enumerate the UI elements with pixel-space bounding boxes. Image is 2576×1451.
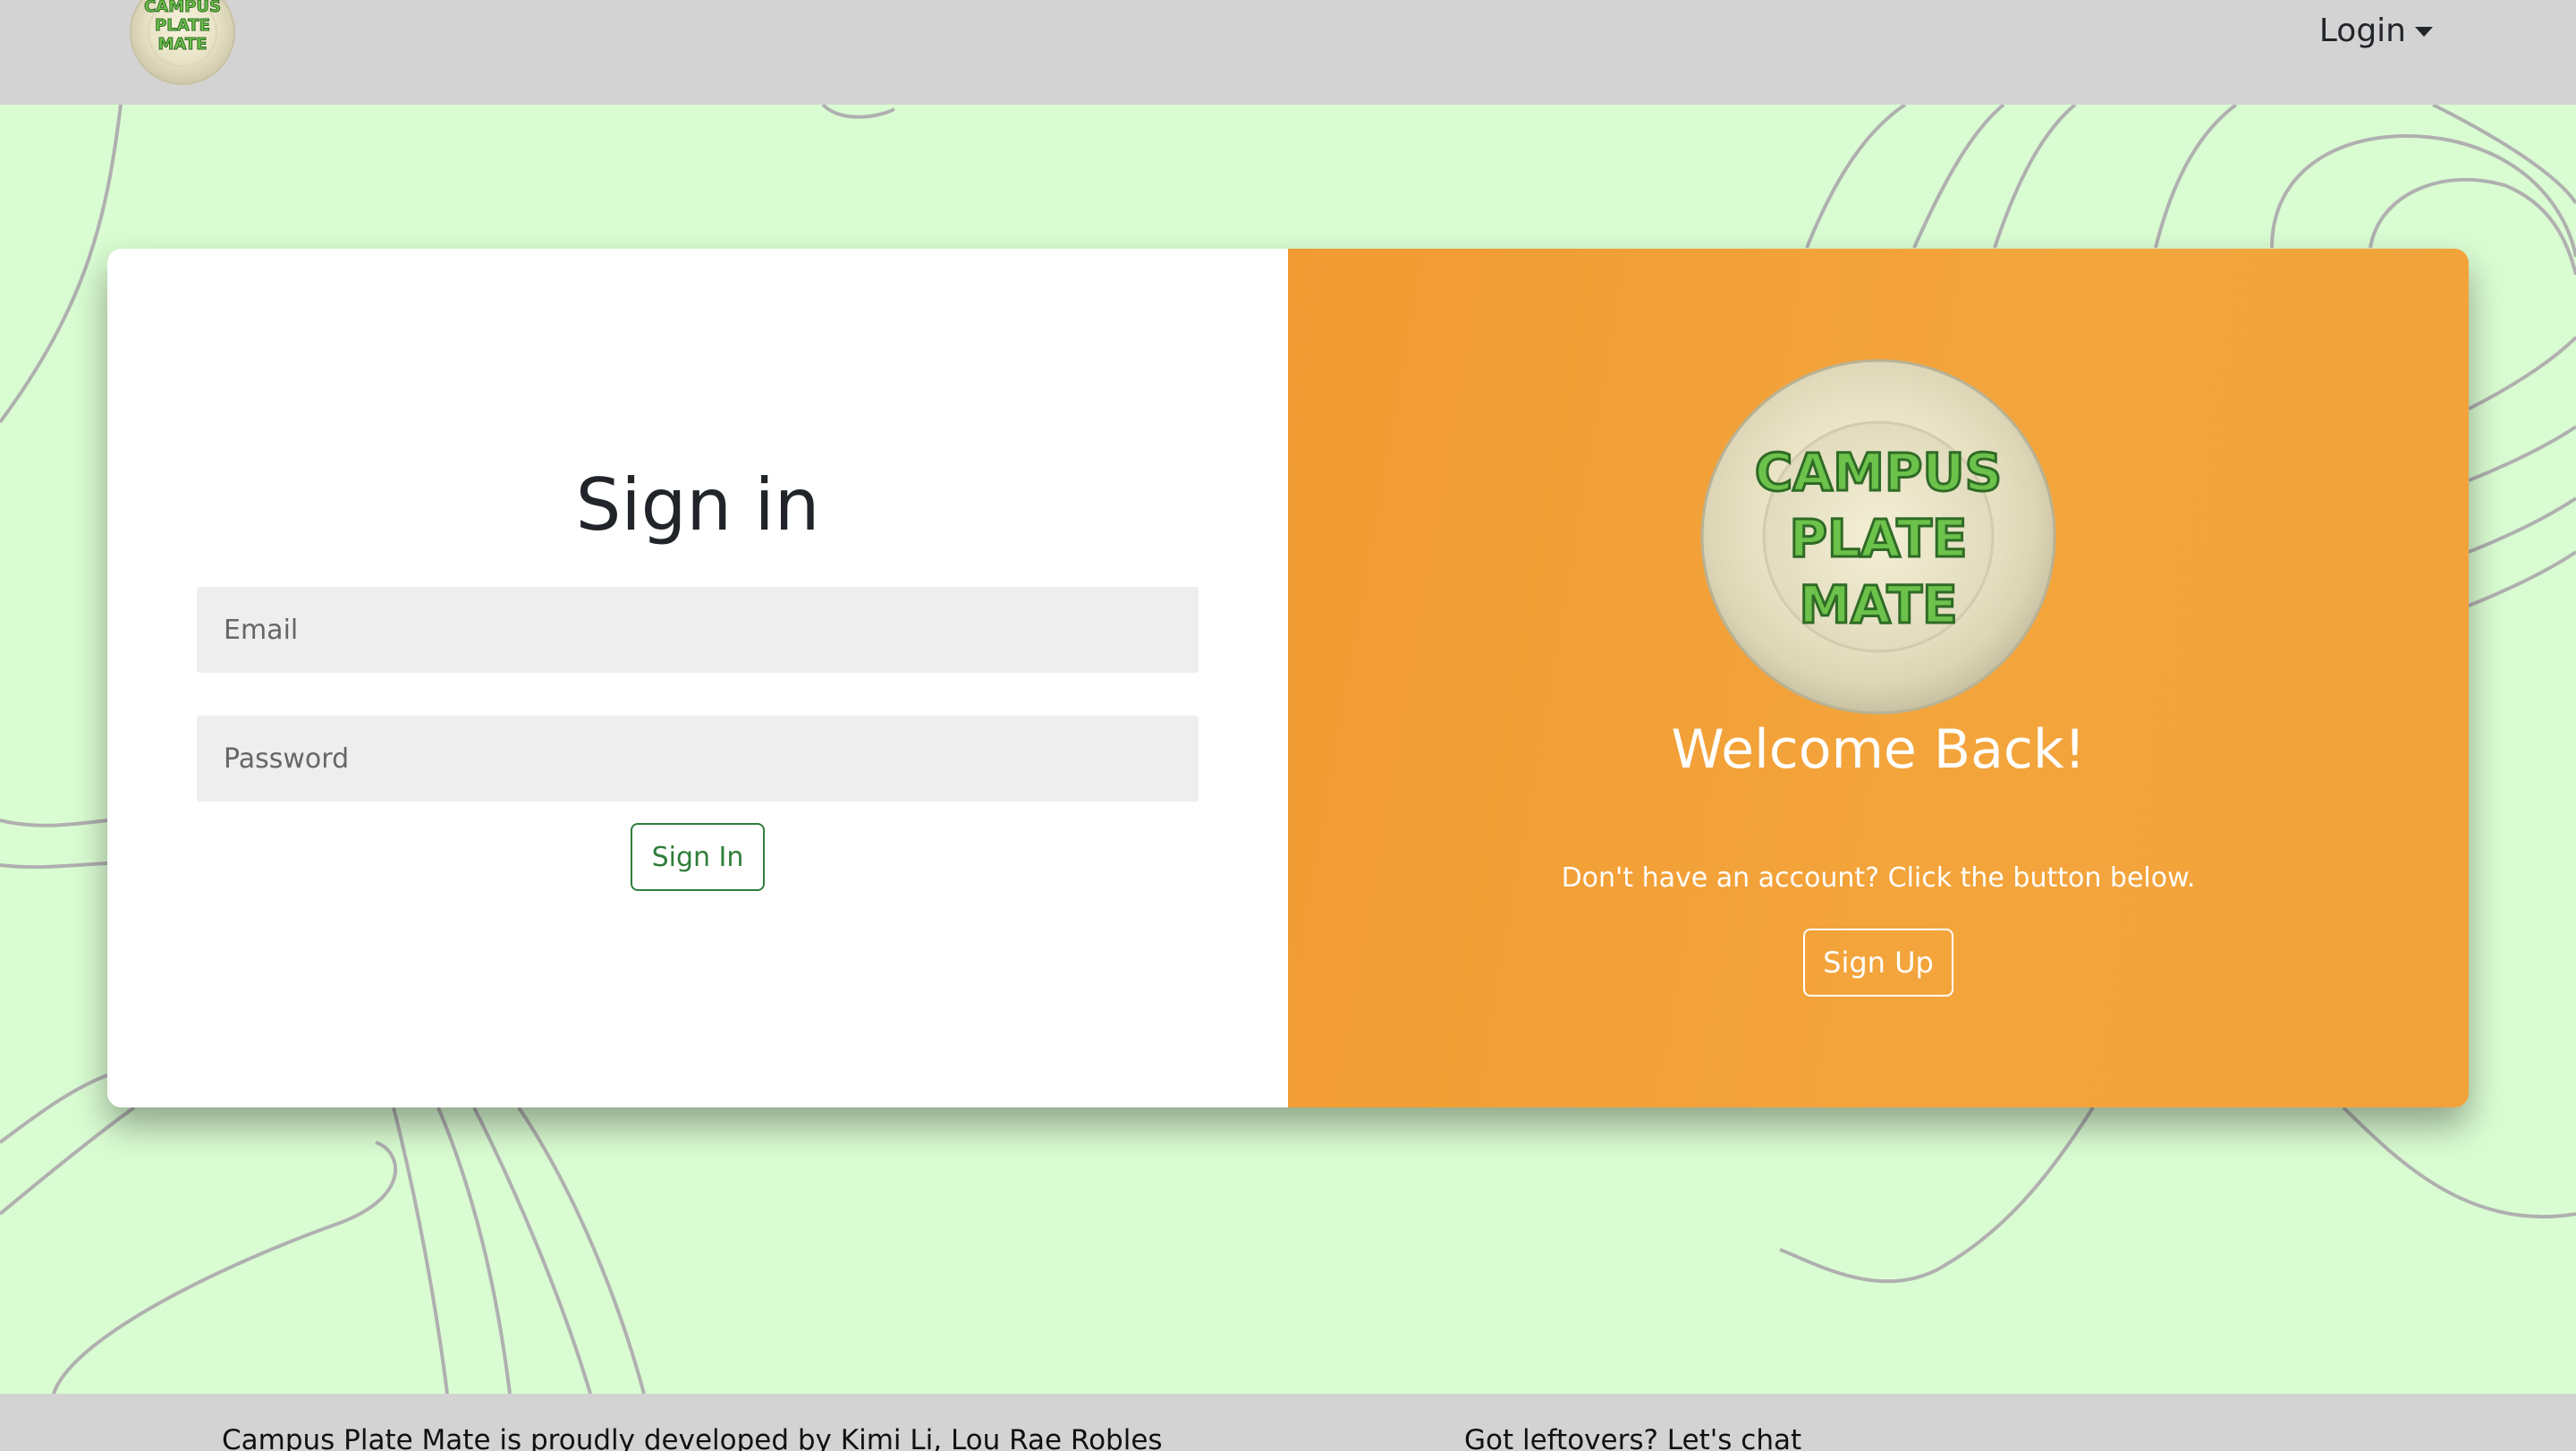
footer: Campus Plate Mate is proudly developed b… (0, 1394, 2576, 1451)
nav-logo-line-2: PLATE (155, 16, 210, 35)
caret-down-icon (2415, 26, 2433, 37)
plate-logo: CAMPUS PLATE MATE (1700, 359, 2056, 715)
welcome-heading: Welcome Back! (1671, 718, 2086, 781)
welcome-panel: CAMPUS PLATE MATE Welcome Back! Don't ha… (1288, 249, 2469, 1107)
nav-logo[interactable]: CAMPUS PLATE MATE (129, 0, 236, 86)
signup-button[interactable]: Sign Up (1803, 929, 1953, 997)
login-dropdown[interactable]: Login (2319, 5, 2433, 55)
plate-logo-line-2: PLATE (1789, 508, 1967, 569)
navbar: CAMPUS PLATE MATE Login (0, 0, 2576, 105)
no-account-message: Don't have an account? Click the button … (1561, 862, 2196, 894)
plate-logo-line-3: MATE (1799, 574, 1957, 635)
nav-logo-line-1: CAMPUS (144, 0, 221, 16)
signin-title: Sign in (575, 463, 820, 547)
nav-logo-line-3: MATE (157, 35, 207, 54)
password-field[interactable] (197, 716, 1199, 802)
email-field[interactable] (197, 587, 1199, 673)
plate-logo-line-1: CAMPUS (1755, 442, 2003, 503)
footer-chat-heading: Got leftovers? Let's chat (1464, 1424, 1802, 1451)
login-dropdown-label: Login (2318, 12, 2406, 49)
signin-panel: Sign in Sign In (107, 249, 1288, 1107)
footer-credit: Campus Plate Mate is proudly developed b… (222, 1424, 1163, 1451)
auth-card: Sign in Sign In CAMPUS PLATE (107, 249, 2469, 1107)
signin-button[interactable]: Sign In (631, 823, 765, 891)
